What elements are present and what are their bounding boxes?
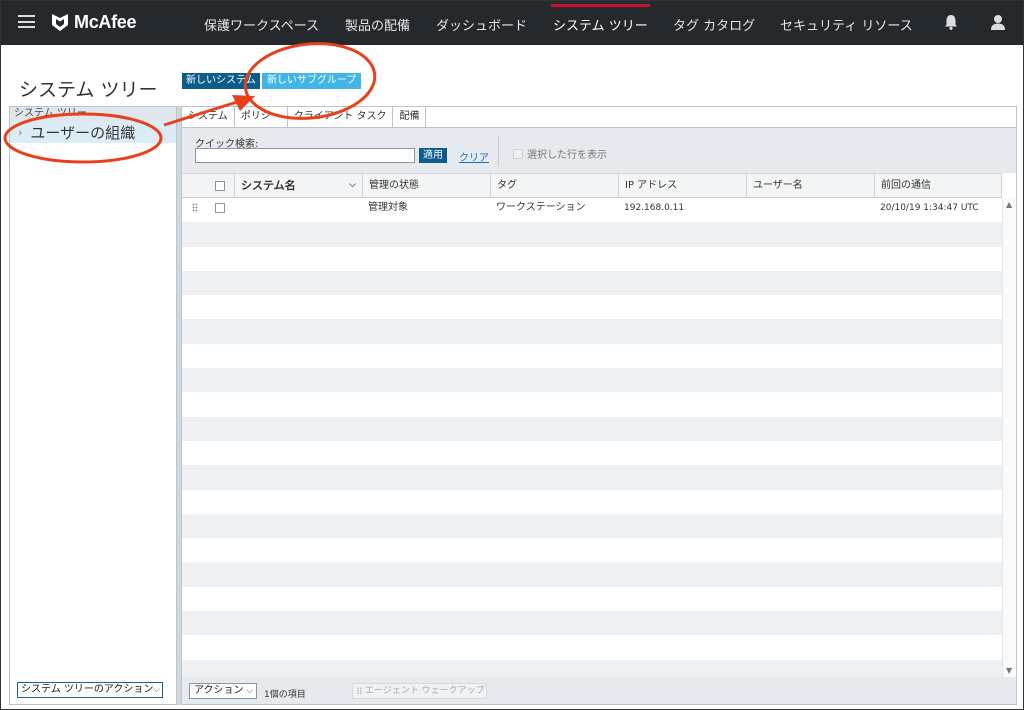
empty-row [182,465,1002,490]
chevron-down-icon: ⌵ [246,686,253,696]
select-all-checkbox[interactable] [215,181,225,191]
column-header-managed-state[interactable]: 管理の状態 [362,174,490,198]
quick-search-input[interactable] [195,148,415,163]
table-body: 管理対象 ワークステーション 192.168.0.11 20/10/19 1:3… [182,198,1002,677]
tab-policies[interactable]: ポリシー [234,107,288,127]
nav-system-tree[interactable]: システム ツリー [551,4,650,34]
filter-separator [498,136,499,166]
menu-icon[interactable] [18,15,35,28]
column-header-ip-address[interactable]: IP アドレス [618,174,746,198]
nav-product-deployment[interactable]: 製品の配備 [345,15,410,34]
empty-row [182,222,1002,247]
page-title: システム ツリー [19,79,158,101]
item-count: 1個の項目 [264,690,306,700]
empty-row [182,538,1002,563]
mcafee-shield-icon [52,14,68,31]
tree-node-my-organization[interactable]: › ユーザーの組織 [10,121,176,143]
table-row[interactable]: 管理対象 ワークステーション 192.168.0.11 20/10/19 1:3… [182,198,1002,223]
table-header: システム名 ⌵ 管理の状態 タグ IP アドレス ユーザー名 前回の通信 [182,173,1002,198]
nav-dashboard[interactable]: ダッシュボード [436,15,527,34]
empty-row [182,659,1002,677]
scroll-down-icon[interactable]: ▼ [1006,666,1012,675]
column-header-label: システム名 [241,179,296,192]
systems-table: システム名 ⌵ 管理の状態 タグ IP アドレス ユーザー名 前回の通信 管理対… [182,173,1016,677]
scroll-up-icon[interactable]: ▲ [1006,200,1012,209]
empty-row [182,611,1002,636]
nav-security-resources[interactable]: セキュリティ リソース [780,15,913,34]
nav-protection-workspace[interactable]: 保護ワークスペース [204,15,319,34]
cell-ip-address: 192.168.0.11 [624,203,685,213]
empty-row [182,368,1002,393]
empty-row [182,270,1002,296]
empty-row [182,562,1002,587]
user-icon[interactable] [989,13,1007,31]
systems-panel: システム ポリシー クライアント タスク 配備 クイック検索: 適用 クリア 選… [181,106,1017,705]
actions-dropdown[interactable]: アクション ⌵ [189,683,257,699]
top-nav: McAfee 保護ワークスペース 製品の配備 ダッシュボード システム ツリー … [1,1,1023,45]
table-footer: アクション ⌵ 1個の項目 エージェント ウェークアップ [182,677,1016,704]
checkbox-icon [513,148,523,159]
chevron-down-icon: ⌵ [153,685,160,695]
tab-bar: システム ポリシー クライアント タスク 配備 [182,107,427,127]
column-header-last-communication[interactable]: 前回の通信 [874,174,1002,198]
empty-row [182,440,1002,466]
agent-wakeup-button[interactable]: エージェント ウェークアップ [352,683,487,699]
bell-icon[interactable] [942,13,960,31]
brand-logo[interactable]: McAfee [51,10,137,34]
tab-client-tasks[interactable]: クライアント タスク [287,107,394,127]
agent-wakeup-label: エージェント ウェークアップ [365,686,485,696]
tree-panel-header: システム ツリー [10,107,176,121]
tree-node-label: ユーザーの組織 [30,123,136,142]
new-subgroup-button[interactable]: 新しいサブグループ [262,73,362,89]
empty-row [182,392,1002,417]
filter-bar: クイック検索: 適用 クリア 選択した行を表示 [182,128,1016,173]
cell-last-communication: 20/10/19 1:34:47 UTC [880,203,979,213]
actions-dropdown-label: アクション [194,685,244,696]
grip-icon [357,687,362,695]
tree-actions-dropdown[interactable]: システム ツリーのアクション ⌵ [17,682,163,698]
empty-row [182,586,1002,612]
empty-row [182,343,1002,369]
column-header-tags[interactable]: タグ [490,174,618,198]
empty-row [182,319,1002,344]
show-selected-rows-checkbox[interactable]: 選択した行を表示 [513,146,607,161]
cell-managed-state: 管理対象 [368,202,408,213]
empty-row [182,513,1002,539]
show-selected-rows-label: 選択した行を表示 [527,150,607,161]
empty-row [182,489,1002,514]
vertical-scrollbar[interactable]: ▲ ▼ [1002,198,1016,677]
empty-row [182,295,1002,320]
tree-panel: システム ツリー › ユーザーの組織 システム ツリーのアクション ⌵ [9,106,177,705]
brand-name: McAfee [74,11,137,32]
clear-link[interactable]: クリア [459,149,489,164]
apply-button[interactable]: 適用 [419,148,447,163]
new-system-button[interactable]: 新しいシステム [182,73,260,89]
sort-desc-icon[interactable]: ⌵ [349,174,356,197]
column-header-system-name[interactable]: システム名 ⌵ [234,174,362,198]
drag-handle-icon[interactable] [192,203,198,213]
column-header-user-name[interactable]: ユーザー名 [746,174,874,198]
tree-actions-label: システム ツリーのアクション [21,684,154,695]
empty-row [182,246,1002,271]
cell-tag: ワークステーション [496,202,586,213]
tab-systems[interactable]: システム [182,107,235,127]
nav-tag-catalog[interactable]: タグ カタログ [673,15,755,34]
empty-row [182,416,1002,441]
row-checkbox[interactable] [215,203,225,213]
empty-row [182,635,1002,660]
app-window: McAfee 保護ワークスペース 製品の配備 ダッシュボード システム ツリー … [0,0,1024,710]
tab-deployment[interactable]: 配備 [393,107,427,127]
chevron-right-icon[interactable]: › [18,126,22,139]
